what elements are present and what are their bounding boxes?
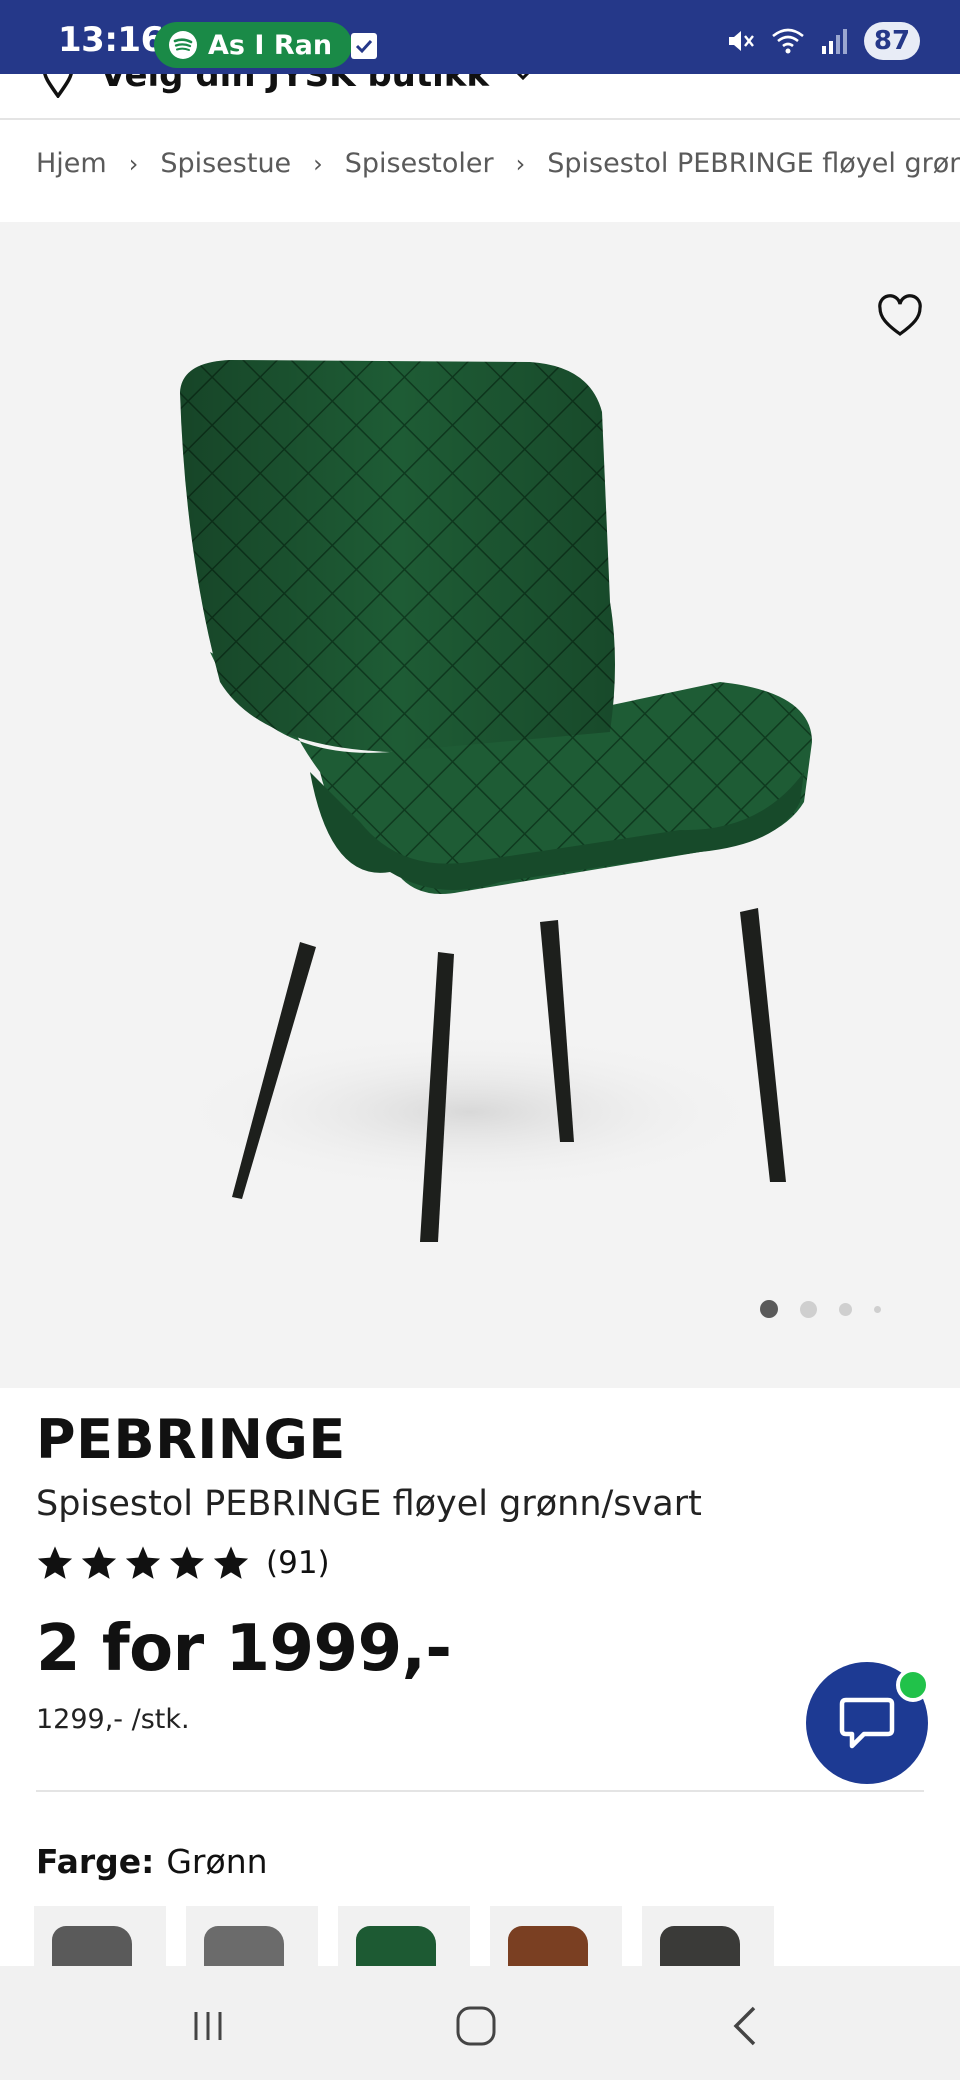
home-icon	[456, 2006, 496, 2046]
store-selector-label: Velg din JYSK butikk	[100, 74, 489, 95]
back-button[interactable]	[716, 1996, 776, 2056]
location-pin-icon	[43, 74, 73, 98]
color-label: Farge:	[36, 1842, 155, 1881]
status-time: 13:16	[58, 20, 164, 60]
chevron-down-icon	[516, 74, 530, 81]
spotify-icon	[169, 31, 197, 59]
product-name: Spisestol PEBRINGE fløyel grønn/svart	[36, 1484, 702, 1524]
breadcrumb-item-dining-room[interactable]: Spisestue	[160, 148, 291, 179]
color-swatch-black[interactable]	[642, 1906, 774, 1966]
signal-icon	[822, 29, 847, 54]
color-swatch-green[interactable]	[338, 1906, 470, 1966]
breadcrumb-item-current: Spisestol PEBRINGE fløyel grøn	[547, 148, 960, 179]
chevron-right-icon: ›	[128, 149, 139, 178]
product-brand: PEBRINGE	[36, 1408, 346, 1471]
divider	[36, 1790, 924, 1792]
unit-price: 1299,- /stk.	[36, 1704, 190, 1735]
divider	[0, 118, 960, 120]
rating[interactable]: (91)	[36, 1544, 330, 1582]
heart-icon[interactable]	[876, 292, 924, 340]
mute-icon	[729, 31, 754, 51]
back-icon	[733, 2006, 756, 2046]
star-icon	[125, 1546, 161, 1579]
color-swatch-grey[interactable]	[186, 1906, 318, 1966]
product-image-chair	[170, 360, 812, 1242]
color-swatch-brown[interactable]	[490, 1906, 622, 1966]
product-image-gallery[interactable]	[0, 222, 960, 1388]
recent-apps-button[interactable]	[178, 1996, 238, 2056]
color-value: Grønn	[166, 1842, 268, 1881]
star-icon	[37, 1546, 73, 1579]
color-selector-header: Farge: Grønn	[36, 1842, 268, 1881]
pagination-dot[interactable]	[800, 1300, 817, 1318]
gallery-pagination	[760, 1300, 881, 1318]
battery-indicator: 87	[864, 22, 920, 60]
chevron-right-icon: ›	[515, 149, 526, 178]
breadcrumb: Hjem › Spisestue › Spisestoler › Spisest…	[36, 148, 960, 179]
task-check-icon	[351, 33, 377, 59]
online-indicator	[896, 1668, 930, 1702]
recent-apps-icon	[194, 2012, 222, 2040]
chevron-right-icon: ›	[313, 149, 323, 178]
chat-button[interactable]	[806, 1662, 930, 1784]
pagination-dot-active[interactable]	[760, 1300, 778, 1318]
color-swatch-grey[interactable]	[34, 1906, 166, 1966]
star-icon	[213, 1546, 249, 1579]
store-selector[interactable]: Velg din JYSK butikk	[0, 74, 960, 120]
breadcrumb-item-dining-chairs[interactable]: Spisestoler	[345, 148, 494, 179]
system-navigation-bar	[0, 1966, 960, 2080]
chat-bubble-icon	[839, 1697, 895, 1749]
status-bar: 13:16 As I Ran 87	[0, 0, 960, 74]
product-price: 2 for 1999,-	[36, 1612, 452, 1686]
now-playing-pill[interactable]: As I Ran	[154, 22, 353, 68]
pagination-dot[interactable]	[839, 1302, 852, 1316]
star-icon	[169, 1546, 205, 1579]
star-icon	[81, 1546, 117, 1579]
breadcrumb-item-home[interactable]: Hjem	[36, 148, 107, 179]
color-swatches	[34, 1906, 774, 1966]
now-playing-title: As I Ran	[208, 29, 333, 61]
review-count[interactable]: (91)	[266, 1545, 330, 1581]
home-button[interactable]	[446, 1996, 506, 2056]
pagination-dot[interactable]	[874, 1305, 881, 1313]
wifi-icon	[772, 28, 804, 54]
